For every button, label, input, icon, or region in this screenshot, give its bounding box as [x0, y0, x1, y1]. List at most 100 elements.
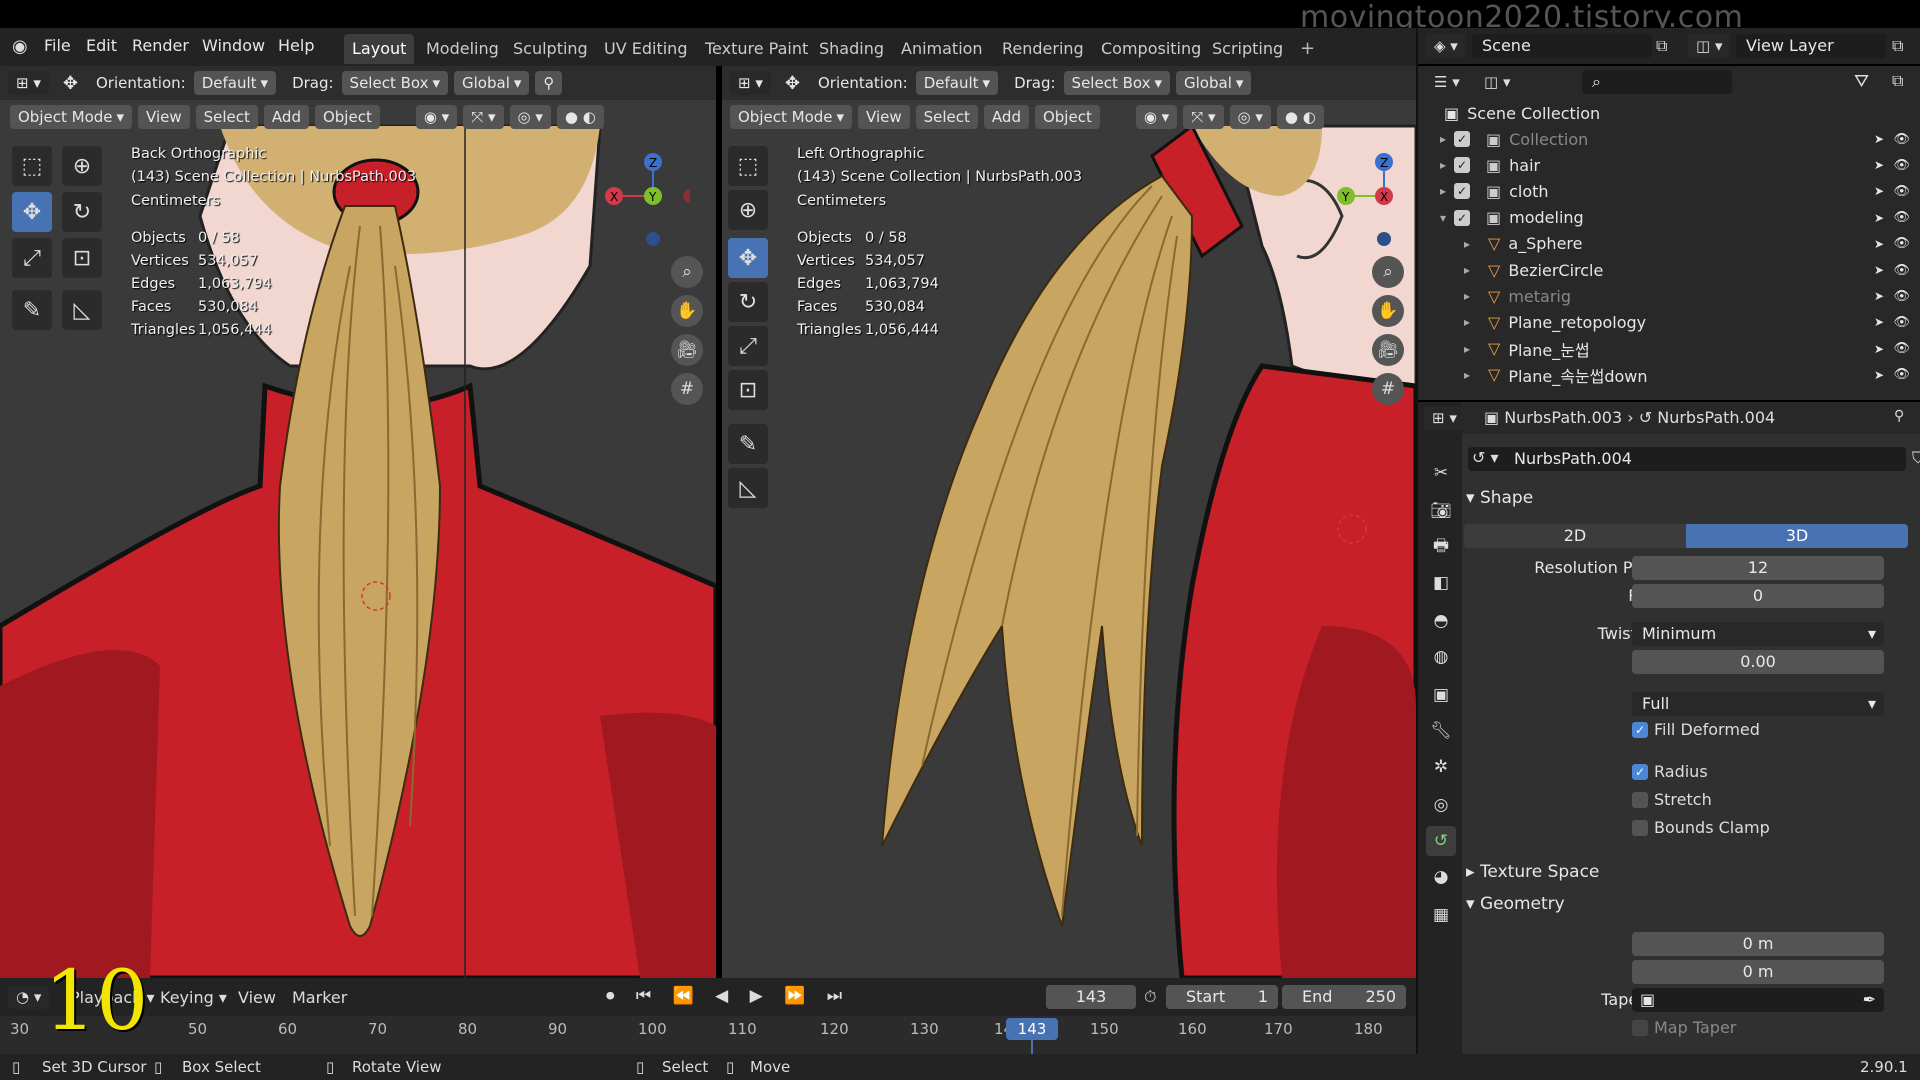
pin-icon[interactable]: ⚲	[1894, 408, 1904, 424]
overlay-icon[interactable]: ◎ ▾	[1229, 105, 1271, 129]
stretch-checkbox[interactable]: Stretch	[1632, 790, 1712, 809]
view-menu[interactable]: View	[858, 105, 910, 129]
measure-icon[interactable]: ◺	[728, 468, 768, 508]
mode-dropdown[interactable]: Object Mode ▾	[730, 105, 853, 129]
select-box-icon[interactable]: ⬚	[12, 146, 52, 186]
tab-shading[interactable]: Shading	[811, 34, 892, 64]
outliner-item[interactable]: ▸ ▽ metarig ➤ 👁︎	[1418, 283, 1920, 309]
tab-uv-editing[interactable]: UV Editing	[596, 34, 695, 64]
overlay-icon[interactable]: ◎ ▾	[509, 105, 551, 129]
visibility-icon[interactable]: ◉ ▾	[415, 105, 458, 129]
view-layer-browse-icon[interactable]: ◫ ▾	[1688, 34, 1731, 58]
selectable-icon[interactable]: ➤	[1874, 132, 1884, 146]
outliner-item[interactable]: ▸ ▽ Plane_retopology ➤ 👁︎	[1418, 309, 1920, 335]
tab-rendering[interactable]: Rendering	[994, 34, 1092, 64]
viewport-left[interactable]: ⊞ ▾ ✥ Orientation: Default ▾ Drag: Selec…	[722, 66, 1416, 978]
disclosure-icon[interactable]: ▾	[1418, 211, 1446, 225]
tab-modeling[interactable]: Modeling	[418, 34, 507, 64]
add-menu[interactable]: Add	[263, 105, 309, 129]
fill-mode-dropdown[interactable]: Full ▾	[1632, 692, 1884, 716]
outliner-item[interactable]: ▸ ✓ ▣ hair ➤ 👁︎	[1418, 152, 1920, 178]
radius-checkbox[interactable]: ✓ Radius	[1632, 762, 1708, 781]
exclude-checkbox[interactable]: ✓	[1454, 131, 1470, 147]
tab-compositing[interactable]: Compositing	[1093, 34, 1209, 64]
disclosure-icon[interactable]: ▸	[1418, 184, 1446, 198]
visibility-icon[interactable]: ◉ ▾	[1135, 105, 1178, 129]
rotate-icon[interactable]: ↻	[728, 282, 768, 322]
outliner-item[interactable]: ▸ ▽ BezierCircle ➤ 👁︎	[1418, 257, 1920, 283]
add-workspace-icon[interactable]: +	[1300, 38, 1315, 59]
scale-icon[interactable]: ⤢	[728, 326, 768, 366]
view-menu[interactable]: View	[138, 105, 190, 129]
selectable-icon[interactable]: ➤	[1874, 342, 1884, 356]
menu-file[interactable]: File	[44, 36, 71, 55]
menu-help[interactable]: Help	[278, 36, 314, 55]
new-scene-icon[interactable]: ⧉	[1656, 36, 1667, 56]
disclosure-icon[interactable]: ▸	[1418, 342, 1470, 356]
annotate-icon[interactable]: ✎	[728, 424, 768, 464]
curve-data-icon[interactable]: ↺ ▾	[1472, 448, 1499, 467]
selectable-icon[interactable]: ➤	[1874, 237, 1884, 251]
visibility-eye-icon[interactable]: 👁︎	[1893, 341, 1910, 356]
shading-solid-icon[interactable]: ● ◐	[1276, 105, 1324, 129]
render-icon[interactable]: 📷︎	[1426, 496, 1456, 526]
map-taper-checkbox[interactable]: Map Taper	[1632, 1018, 1736, 1037]
select-menu[interactable]: Select	[195, 105, 258, 129]
select-box-icon[interactable]: ⬚	[728, 146, 768, 186]
visibility-eye-icon[interactable]: 👁︎	[1893, 158, 1910, 173]
tab-layout[interactable]: Layout	[344, 34, 415, 64]
orientation-dropdown[interactable]: Default ▾	[915, 71, 999, 95]
menu-edit[interactable]: Edit	[86, 36, 117, 55]
visibility-eye-icon[interactable]: 👁︎	[1893, 184, 1910, 199]
modifier-icon[interactable]: 🔧︎	[1426, 716, 1456, 746]
playhead-marker[interactable]: 143	[1006, 1018, 1058, 1040]
geometry-panel-header[interactable]: ▾ Geometry	[1466, 894, 1565, 914]
outliner-item[interactable]: ▸ ▽ Plane_눈썹 ➤ 👁︎	[1418, 336, 1920, 362]
shape-panel-header[interactable]: ▾ Shape	[1466, 488, 1533, 508]
grid-icon[interactable]: #	[1372, 373, 1404, 405]
exclude-checkbox[interactable]: ✓	[1454, 157, 1470, 174]
outliner-item[interactable]: ▸ ▽ a_Sphere ➤ 👁︎	[1418, 231, 1920, 257]
selectable-icon[interactable]: ➤	[1874, 368, 1884, 382]
add-menu[interactable]: Add	[983, 105, 1029, 129]
annotate-icon[interactable]: ✎	[12, 290, 52, 330]
measure-icon[interactable]: ◺	[62, 290, 102, 330]
extrude-field[interactable]: 0 m	[1632, 960, 1884, 984]
move-icon[interactable]: ✥	[728, 238, 768, 278]
current-frame-field[interactable]: 143	[1046, 985, 1136, 1009]
axis-gizmo[interactable]: Z Y X	[1302, 146, 1402, 246]
display-mode-icon[interactable]: ◫ ▾	[1476, 70, 1519, 94]
smooth-field[interactable]: 0.00	[1632, 650, 1884, 674]
tool-icon[interactable]: ✂	[1426, 458, 1456, 488]
camera-icon[interactable]: 🎥︎	[671, 334, 703, 366]
drag-dropdown[interactable]: Select Box ▾	[1063, 71, 1171, 95]
outliner-editor-icon[interactable]: ☰ ▾	[1426, 70, 1468, 94]
playback-controls[interactable]: ⏺ ⏮ ⏪ ◀ ▶ ⏩ ⏭	[606, 986, 850, 1006]
select-menu[interactable]: Select	[915, 105, 978, 129]
visibility-eye-icon[interactable]: 👁︎	[1893, 289, 1910, 304]
properties-editor[interactable]: ✂ 📷︎ 🖶 ◧ ◓ ◍ ▣ 🔧︎ ✲ ◎ ↺ ◕ ▦ ⊞ ▾ ▣ NurbsPath.003 › ↺ …	[1418, 402, 1920, 1054]
disclosure-icon[interactable]: ▸	[1418, 368, 1470, 382]
twist-method-dropdown[interactable]: Minimum ▾	[1632, 622, 1884, 646]
disclosure-icon[interactable]: ▸	[1418, 237, 1470, 251]
resolution-preview-field[interactable]: 12	[1632, 556, 1884, 580]
new-collection-icon[interactable]: ⧉	[1892, 71, 1903, 91]
scene-field[interactable]: Scene	[1472, 34, 1652, 58]
shading-solid-icon[interactable]: ● ◐	[556, 105, 604, 129]
selectable-icon[interactable]: ➤	[1874, 289, 1884, 303]
texture-space-panel-header[interactable]: ▸ Texture Space	[1466, 862, 1599, 882]
render-u-field[interactable]: 0	[1632, 584, 1884, 608]
taper-object-field[interactable]: ▣ ✒	[1632, 988, 1884, 1012]
outliner[interactable]: ☰ ▾ ◫ ▾ ⌕ ⛛ ⧉ ▣ Scene Collection ▸ ✓ ▣ Colle…	[1418, 66, 1920, 400]
start-frame-field[interactable]: Start 1	[1166, 985, 1278, 1009]
dimension-2d-button[interactable]: 2D	[1464, 524, 1686, 548]
outliner-item[interactable]: ▸ ✓ ▣ cloth ➤ 👁︎	[1418, 178, 1920, 204]
visibility-eye-icon[interactable]: 👁︎	[1893, 367, 1910, 382]
drag-dropdown[interactable]: Select Box ▾	[341, 71, 449, 95]
transform-orientation-dropdown[interactable]: Global ▾	[454, 71, 530, 95]
transform-orientation-dropdown[interactable]: Global ▾	[1176, 71, 1252, 95]
texture-icon[interactable]: ▦	[1426, 900, 1456, 930]
new-view-layer-icon[interactable]: ⧉	[1892, 36, 1903, 56]
datablock-field[interactable]: NurbsPath.004	[1468, 447, 1906, 471]
tab-texture-paint[interactable]: Texture Paint	[697, 34, 816, 64]
